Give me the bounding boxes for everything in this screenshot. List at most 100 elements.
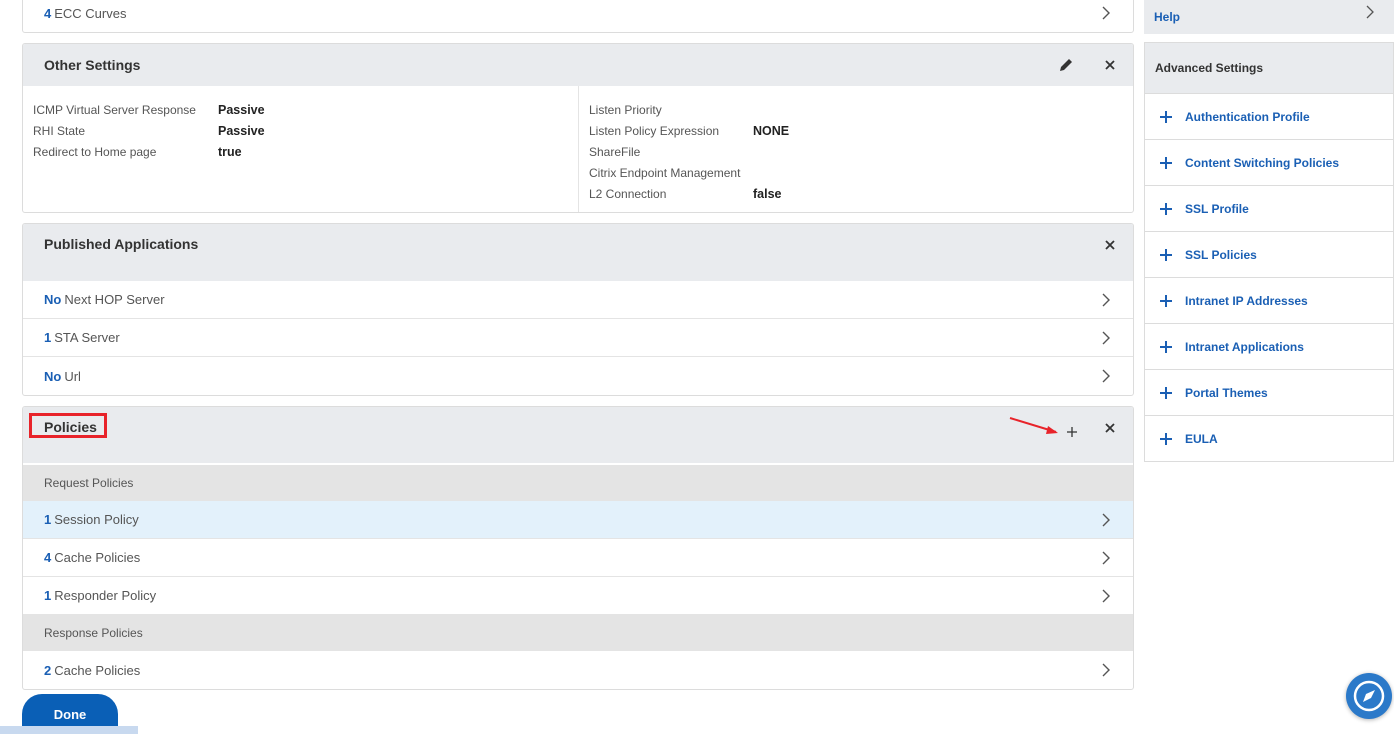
chevron-right-icon [1102, 589, 1110, 603]
adv-item-ssl-policies[interactable]: SSL Policies [1145, 231, 1393, 277]
setting-value: Passive [218, 103, 265, 117]
ecc-curves-count: 4 [44, 5, 52, 21]
row-count: 2 [44, 662, 52, 678]
other-settings-card: Other Settings ICMP Virtual Server Respo… [22, 43, 1134, 213]
row-count: 1 [44, 588, 52, 603]
plus-icon [1160, 340, 1172, 353]
setting-key: Redirect to Home page [33, 145, 157, 159]
setting-value: NONE [753, 124, 790, 138]
adv-item-intranet-ip-addresses[interactable]: Intranet IP Addresses [1145, 277, 1393, 323]
adv-item-label: Intranet IP Addresses [1185, 293, 1308, 308]
published-applications-card: Published Applications No Next HOP Serve… [22, 223, 1134, 396]
row-label: Cache Policies [54, 662, 141, 678]
other-settings-header: Other Settings [23, 44, 1133, 86]
setting-rhi-state: RHI State Passive [33, 121, 568, 142]
plus-icon [1160, 432, 1172, 445]
request-policies-subheader: Request Policies [23, 465, 1133, 501]
main-panel: 4 ECC Curves Other Settings ICMP Virtual… [22, 0, 1134, 700]
chevron-right-icon [1102, 663, 1110, 677]
plus-icon [1160, 110, 1172, 123]
row-count: No [44, 368, 62, 384]
ecc-curves-row[interactable]: 4 ECC Curves [23, 0, 1133, 32]
advanced-settings-title: Advanced Settings [1145, 43, 1393, 93]
row-label: Session Policy [54, 512, 139, 527]
compass-icon [1353, 680, 1385, 712]
other-settings-left-column: ICMP Virtual Server Response Passive RHI … [23, 86, 579, 212]
published-applications-title: Published Applications [44, 235, 199, 252]
ecc-curves-card: 4 ECC Curves [22, 0, 1134, 33]
adv-item-content-switching-policies[interactable]: Content Switching Policies [1145, 139, 1393, 185]
adv-item-label: SSL Profile [1185, 201, 1249, 216]
plus-icon [1160, 386, 1172, 399]
published-app-row-url[interactable]: No Url [23, 357, 1133, 395]
plus-icon [1160, 248, 1172, 261]
other-settings-title: Other Settings [44, 57, 141, 73]
help-label: Help [1154, 10, 1181, 24]
chevron-right-icon [1366, 5, 1374, 19]
chevron-right-icon [1102, 293, 1110, 307]
published-applications-header: Published Applications [23, 224, 1133, 281]
ecc-curves-label: ECC Curves [54, 5, 127, 21]
status-strip [0, 726, 138, 734]
row-label: STA Server [54, 330, 120, 345]
policies-highlight-annotation [29, 413, 107, 438]
adv-item-eula[interactable]: EULA [1145, 415, 1393, 461]
policy-row-response-cache[interactable]: 2 Cache Policies [23, 651, 1133, 689]
response-policies-subheader: Response Policies [23, 615, 1133, 651]
setting-value: Passive [218, 124, 265, 138]
setting-key: ICMP Virtual Server Response [33, 103, 196, 117]
row-label: Cache Policies [54, 550, 141, 565]
setting-key: Listen Policy Expression [589, 124, 720, 138]
chevron-right-icon [1102, 551, 1110, 565]
plus-icon [1160, 156, 1172, 169]
setting-redirect-home: Redirect to Home page true [33, 142, 568, 163]
adv-item-authentication-profile[interactable]: Authentication Profile [1145, 93, 1393, 139]
adv-item-label: SSL Policies [1185, 247, 1257, 262]
adv-item-portal-themes[interactable]: Portal Themes [1145, 369, 1393, 415]
adv-item-label: Content Switching Policies [1185, 155, 1340, 170]
annotation-arrow-icon [1009, 417, 1058, 434]
adv-item-label: Portal Themes [1185, 385, 1268, 400]
adv-item-label: Intranet Applications [1185, 339, 1304, 354]
setting-key: L2 Connection [589, 187, 667, 201]
help-panel[interactable]: Help [1144, 0, 1394, 34]
policy-row-responder[interactable]: 1 Responder Policy [23, 577, 1133, 615]
chevron-right-icon [1102, 6, 1110, 20]
row-label: Next HOP Server [64, 292, 165, 307]
close-icon[interactable] [1101, 56, 1119, 74]
add-plus-icon[interactable] [1063, 423, 1081, 441]
row-count: No [44, 292, 62, 307]
chevron-right-icon [1102, 513, 1110, 527]
policy-row-session[interactable]: 1 Session Policy [23, 501, 1133, 539]
published-app-row-sta-server[interactable]: 1 STA Server [23, 319, 1133, 357]
row-count: 1 [44, 512, 52, 527]
setting-value: true [218, 145, 242, 159]
edit-pencil-icon[interactable] [1057, 56, 1075, 74]
setting-endpoint-management: Citrix Endpoint Management [589, 163, 789, 184]
adv-item-intranet-applications[interactable]: Intranet Applications [1145, 323, 1393, 369]
setting-sharefile: ShareFile [589, 142, 789, 163]
setting-l2-connection: L2 Connection false [589, 184, 789, 205]
setting-icmp-response: ICMP Virtual Server Response Passive [33, 100, 568, 121]
row-count: 1 [44, 330, 52, 345]
policies-header: Policies [23, 407, 1133, 463]
adv-item-label: EULA [1185, 431, 1218, 446]
row-label: Responder Policy [54, 588, 157, 603]
right-sidebar: Help Advanced Settings Authentication Pr… [1144, 0, 1394, 462]
setting-listen-policy-expression: Listen Policy Expression NONE [589, 121, 789, 142]
close-icon[interactable] [1101, 236, 1119, 254]
chevron-right-icon [1102, 369, 1110, 383]
policy-row-cache[interactable]: 4 Cache Policies [23, 539, 1133, 577]
setting-key: RHI State [33, 124, 86, 138]
plus-icon [1160, 294, 1172, 307]
adv-item-ssl-profile[interactable]: SSL Profile [1145, 185, 1393, 231]
navigation-fab[interactable] [1346, 673, 1392, 719]
adv-item-label: Authentication Profile [1185, 109, 1310, 124]
other-settings-right-column: Listen Priority Listen Policy Expression… [579, 86, 799, 212]
published-app-row-next-hop[interactable]: No Next HOP Server [23, 281, 1133, 319]
close-icon[interactable] [1101, 419, 1119, 437]
row-count: 4 [44, 550, 52, 565]
setting-key: Citrix Endpoint Management [589, 166, 741, 180]
setting-listen-priority: Listen Priority [589, 100, 789, 121]
policies-card: Policies Request Policies 1 Session Poli… [22, 406, 1134, 690]
